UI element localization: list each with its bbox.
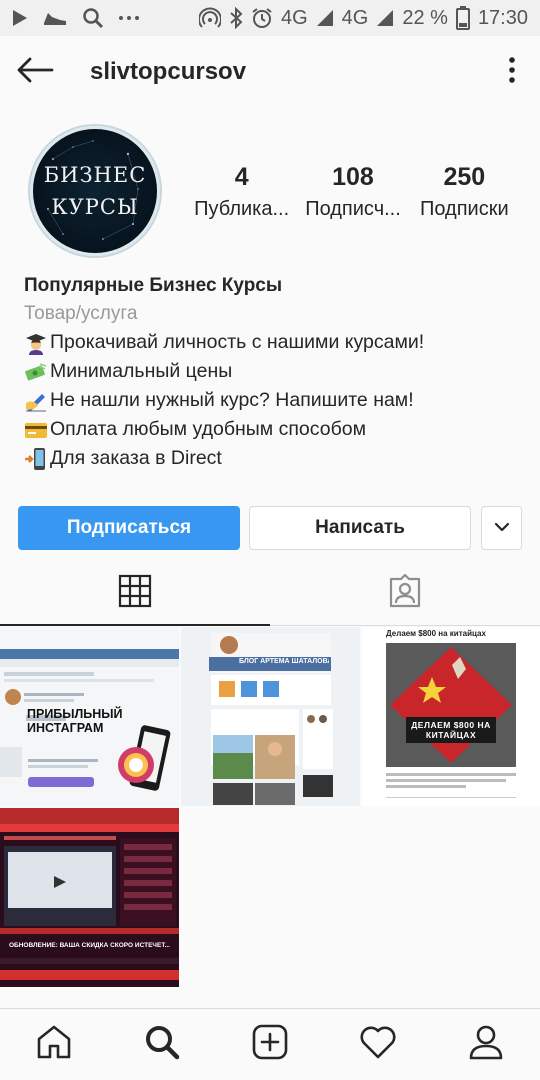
nav-home[interactable] xyxy=(0,1009,108,1080)
money-emoji-icon xyxy=(24,360,48,384)
profile-tabs xyxy=(0,562,540,626)
avatar-text-line-2: КУРСЫ xyxy=(51,195,139,219)
battery-percent: 22 % xyxy=(402,6,448,29)
phone-arrow-emoji-icon xyxy=(24,447,48,471)
post-thumbnail[interactable]: ОБНОВЛЕНИЕ: ВАША СКИДКА СКОРО ИСТЕЧЕТ... xyxy=(0,808,179,987)
bluetooth-icon xyxy=(229,7,243,29)
stat-label: Подписки xyxy=(419,198,509,220)
bio-line: Прокачивай личность с нашими курсами! xyxy=(24,328,524,357)
vertical-dots-icon xyxy=(508,56,516,88)
profile-stats: 4 Публика... 108 Подписч... 250 Подписки xyxy=(186,162,520,226)
stat-value: 108 xyxy=(332,163,374,191)
post-thumbnail[interactable]: Делаем $800 на китайцах ДЕЛАЕМ $800 НА К… xyxy=(362,627,540,806)
credit-card-emoji-icon xyxy=(24,418,48,442)
home-icon xyxy=(36,1024,72,1065)
back-button[interactable] xyxy=(0,36,70,108)
clock: 17:30 xyxy=(477,6,528,29)
bio-line: Оплата любым удобным способом xyxy=(24,415,524,444)
stat-posts[interactable]: 4 Публика... xyxy=(186,162,297,226)
profile-bio: Популярные Бизнес Курсы Товар/услуга Про… xyxy=(24,272,524,473)
shoe-icon xyxy=(42,9,68,27)
post-title: Делаем $800 на китайцах xyxy=(386,629,486,638)
bio-line-text: Не нашли нужный курс? Напишите нам! xyxy=(50,389,414,411)
search-icon xyxy=(144,1024,180,1065)
post-image xyxy=(181,627,360,806)
bio-line: Для заказа в Direct xyxy=(24,444,524,473)
profile-category[interactable]: Товар/услуга xyxy=(24,300,524,328)
bottom-navigation xyxy=(0,1008,540,1080)
network-label-1: 4G xyxy=(280,6,308,29)
follow-button[interactable]: Подписаться xyxy=(18,506,240,550)
profile-display-name: Популярные Бизнес Курсы xyxy=(24,275,283,296)
arrow-left-icon xyxy=(16,57,54,88)
stat-value: 4 xyxy=(234,163,249,191)
network-label-2: 4G xyxy=(341,6,369,29)
stat-label: Публика... xyxy=(194,198,290,220)
bio-line-text: Для заказа в Direct xyxy=(50,447,222,469)
post-title: ОБНОВЛЕНИЕ: ВАША СКИДКА СКОРО ИСТЕЧЕТ... xyxy=(8,942,170,949)
play-icon xyxy=(12,9,28,27)
signal-icon xyxy=(376,9,394,27)
avatar-text-line-1: БИЗНЕС xyxy=(43,163,147,187)
user-icon xyxy=(468,1024,504,1065)
message-button[interactable]: Написать xyxy=(249,506,471,550)
plus-square-icon xyxy=(252,1024,288,1065)
post-image xyxy=(0,808,179,987)
profile-avatar[interactable]: БИЗНЕС КУРСЫ xyxy=(30,126,160,256)
battery-icon xyxy=(455,6,470,30)
bio-line-text: Прокачивай личность с нашими курсами! xyxy=(50,331,425,353)
signal-icon xyxy=(316,9,334,27)
nav-search[interactable] xyxy=(108,1009,216,1080)
bio-line: Минимальный цены xyxy=(24,357,524,386)
nav-profile[interactable] xyxy=(432,1009,540,1080)
post-thumbnail[interactable]: БЛОГ АРТЕМА ШАТАЛОВА xyxy=(181,627,360,806)
nav-new-post[interactable] xyxy=(216,1009,324,1080)
profile-header: slivtopcursov xyxy=(0,36,540,108)
post-thumbnail[interactable]: ПРИБЫЛЬНЫЙ ИНСТАГРАМ xyxy=(0,627,179,806)
hotspot-icon xyxy=(198,7,221,29)
chevron-down-icon xyxy=(494,519,510,537)
bio-line-text: Оплата любым удобным способом xyxy=(50,418,366,440)
stat-value: 250 xyxy=(443,163,486,191)
more-options-button[interactable] xyxy=(484,36,540,108)
post-overlay-text: ДЕЛАЕМ $800 НА КИТАЙЦАХ xyxy=(411,720,491,740)
search-icon xyxy=(82,7,104,29)
post-title: БЛОГ АРТЕМА ШАТАЛОВА xyxy=(239,658,329,665)
tagged-user-icon xyxy=(387,573,423,614)
suggested-accounts-button[interactable] xyxy=(481,506,522,550)
tab-grid[interactable] xyxy=(0,562,270,626)
profile-username: slivtopcursov xyxy=(90,58,247,85)
bio-line-text: Минимальный цены xyxy=(50,360,233,382)
tab-tagged[interactable] xyxy=(270,562,540,625)
status-bar: 4G 4G 22 % 17:30 xyxy=(0,0,540,36)
grid-icon xyxy=(118,574,152,613)
stat-label: Подписч... xyxy=(305,198,401,220)
stat-following[interactable]: 250 Подписки xyxy=(409,162,520,226)
alarm-icon xyxy=(251,7,273,29)
post-image xyxy=(386,643,516,798)
graduate-emoji-icon xyxy=(24,331,48,355)
ellipsis-icon xyxy=(118,15,140,21)
writing-hand-emoji-icon xyxy=(24,389,48,413)
heart-icon xyxy=(359,1025,397,1064)
nav-activity[interactable] xyxy=(324,1009,432,1080)
post-title: ПРИБЫЛЬНЫЙ ИНСТАГРАМ xyxy=(27,707,123,735)
bio-line: Не нашли нужный курс? Напишите нам! xyxy=(24,386,524,415)
stat-followers[interactable]: 108 Подписч... xyxy=(297,162,408,226)
